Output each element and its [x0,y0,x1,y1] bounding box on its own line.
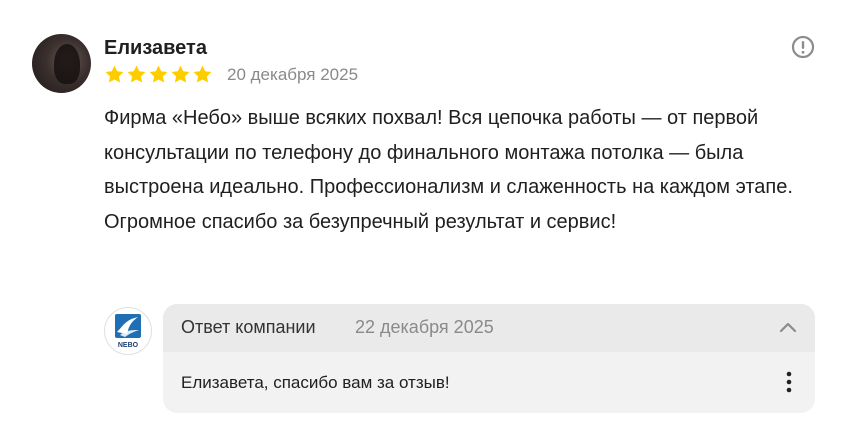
rating-stars [104,64,213,85]
user-avatar[interactable] [32,34,91,93]
star-icon [127,65,146,83]
star-icon [171,65,190,83]
star-icon [193,65,212,83]
review-text: Фирма «Небо» выше всяких похвал! Вся цеп… [104,107,793,233]
company-reply-card: Ответ компании 22 декабря 2025 Елизавета… [163,304,815,413]
exclamation-circle-icon[interactable] [791,35,815,59]
avatar-silhouette [54,44,80,84]
review-date: 20 декабря 2025 [227,64,359,84]
rating-row: 20 декабря 2025 [104,64,358,85]
reply-header[interactable]: Ответ компании 22 декабря 2025 [163,304,815,352]
company-logo[interactable]: NEBO [104,307,152,355]
reply-title: Ответ компании [181,317,316,337]
more-vertical-icon[interactable] [785,370,793,394]
review-author[interactable]: Елизавета [104,37,207,60]
reply-date: 22 декабря 2025 [355,317,494,337]
star-icon [105,65,124,83]
logo-label: NEBO [118,342,139,349]
reply-text: Елизавета, спасибо вам за отзыв! [181,373,450,392]
star-icon [149,65,168,83]
chevron-up-icon[interactable] [779,320,797,334]
nebo-logo-image: NEBO [115,314,141,349]
